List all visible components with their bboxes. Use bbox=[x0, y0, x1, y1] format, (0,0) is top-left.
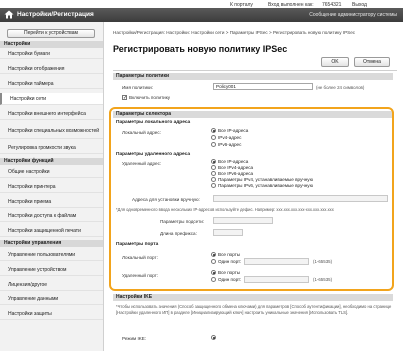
sidebar-item-external-interface[interactable]: Настройки внешнего интерфейса bbox=[0, 109, 103, 120]
sidebar-item-security[interactable]: Настройки защиты bbox=[0, 309, 103, 320]
sidebar-heading-management: Настройки управления bbox=[0, 240, 103, 247]
top-bar bbox=[0, 0, 403, 8]
ike-mode-label: Режим IKE: bbox=[122, 336, 147, 341]
policy-name-input[interactable]: Policy001 bbox=[213, 83, 313, 90]
breadcrumb: Настройки/Регистрация: Настройки: Настро… bbox=[113, 30, 356, 35]
sidebar-heading-settings: Настройки bbox=[0, 41, 103, 48]
sidebar-item-receive[interactable]: Настройки приема bbox=[0, 197, 103, 208]
selector-highlight-frame bbox=[109, 107, 394, 291]
sidebar-heading-functions: Настройки функций bbox=[0, 158, 103, 165]
sidebar-item-display[interactable]: Настройки отображения bbox=[0, 64, 103, 74]
cancel-button[interactable]: Отмена bbox=[354, 57, 390, 67]
policy-name-label: Имя политики: bbox=[122, 85, 153, 90]
policy-name-hint: (не более 24 символов) bbox=[316, 85, 365, 90]
ike-mode-radio[interactable] bbox=[211, 335, 216, 340]
sidebar-item-paper[interactable]: Настройки бумаги bbox=[0, 49, 103, 59]
page-title: Регистрировать новую политику IPSec bbox=[113, 44, 288, 54]
sidebar-item-network[interactable]: Настройки сети bbox=[0, 93, 103, 105]
ok-button[interactable]: OK bbox=[321, 57, 349, 67]
enable-policy-label: Включить политику bbox=[129, 95, 171, 100]
sidebar-item-license[interactable]: Лицензия/другое bbox=[0, 280, 103, 291]
sidebar-item-data[interactable]: Управление данными bbox=[0, 294, 103, 305]
sidebar-item-printer[interactable]: Настройки принтера bbox=[0, 182, 103, 193]
sidebar-item-file-access[interactable]: Настройки доступа к файлам bbox=[0, 211, 103, 222]
settings-home-icon bbox=[4, 10, 14, 19]
app-title: Настройки/Регистрация bbox=[17, 11, 94, 18]
divider bbox=[113, 70, 397, 71]
sidebar-item-timer[interactable]: Настройки таймера bbox=[0, 79, 103, 89]
sidebar-item-users[interactable]: Управление пользователями bbox=[0, 250, 103, 261]
enable-policy-checkbox[interactable]: ✓ bbox=[122, 95, 127, 101]
ike-description: *Чтобы использовать значения (Способ защ… bbox=[116, 304, 392, 315]
sidebar-item-accessibility[interactable]: Настройки специальных возможностей bbox=[0, 123, 103, 139]
sidebar-item-device[interactable]: Управление устройством bbox=[0, 265, 103, 276]
sidebar-item-common[interactable]: Общие настройки bbox=[0, 167, 103, 178]
sidebar-item-volume[interactable]: Регулировка громкости звука bbox=[0, 143, 103, 154]
ike-settings-heading: Настройки IKE bbox=[113, 294, 393, 301]
go-to-devices-button[interactable]: Перейти к устройствам bbox=[7, 29, 95, 38]
policy-params-heading: Параметры политики bbox=[113, 73, 393, 80]
sidebar-item-secure-print[interactable]: Настройки защищенной печати bbox=[0, 226, 103, 237]
admin-message-link[interactable]: Сообщение администратору системы bbox=[309, 12, 397, 18]
